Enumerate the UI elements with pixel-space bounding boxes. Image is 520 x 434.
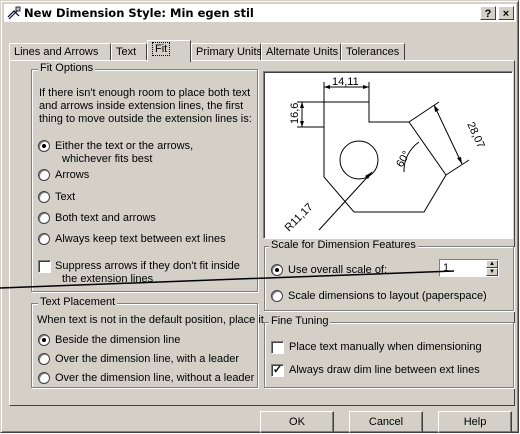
radio-label-both: Both text and arrows — [55, 212, 156, 224]
checkbox-always-draw-dim-line[interactable]: ✓ — [271, 364, 284, 377]
preview-drawing: 14,11 16,6 28,07 60° R11,17 — [283, 76, 487, 234]
checkbox-label-always-draw: Always draw dim line between ext lines — [289, 364, 480, 376]
tab-label: Primary Units — [196, 46, 263, 58]
fine-tuning-group: Fine Tuning — [264, 315, 514, 388]
tab-alternate-units[interactable]: Alternate Units — [261, 43, 341, 60]
dim-top-text: 14,11 — [332, 76, 359, 88]
spinner-buttons: ▲ ▼ — [486, 260, 498, 276]
radio-both-text-and-arrows[interactable] — [38, 212, 50, 224]
help-button[interactable]: Help — [438, 411, 512, 433]
title-bar: New Dimension Style: Min egen stil ? × — [4, 4, 516, 22]
radio-label-over-with: Over the dimension line, with a leader — [55, 353, 240, 365]
checkbox-label-place-manual: Place text manually when dimensioning — [289, 341, 482, 353]
help-title-button[interactable]: ? — [480, 6, 496, 20]
radio-label-arrows: Arrows — [55, 169, 90, 181]
fit-description-line2: and arrows inside extension lines, the f… — [39, 100, 244, 112]
radio-label-either-2: whichever fits best — [62, 153, 153, 165]
tab-label: Tolerances — [346, 46, 400, 58]
window-title: New Dimension Style: Min egen stil — [24, 6, 254, 20]
tab-label: Lines and Arrows — [14, 46, 99, 58]
preview-pane: 14,11 16,6 28,07 60° R11,17 — [263, 71, 513, 239]
text-placement-label: Text Placement — [38, 296, 118, 308]
radio-always-keep-text[interactable] — [38, 233, 50, 245]
tab-label: Fit — [152, 42, 171, 56]
fit-description-line1: If there isn't enough room to place both… — [39, 87, 251, 99]
dim-radius-text: R11,17 — [283, 201, 316, 234]
radio-arrows[interactable] — [38, 169, 50, 181]
fine-tuning-label: Fine Tuning — [269, 315, 331, 327]
spinner-up-icon[interactable]: ▲ — [486, 260, 498, 268]
fit-options-label: Fit Options — [38, 62, 96, 74]
tab-lines-and-arrows[interactable]: Lines and Arrows — [9, 43, 111, 60]
radio-label-beside: Beside the dimension line — [55, 334, 181, 346]
radio-over-without-leader[interactable] — [38, 372, 50, 384]
dim-angle-text: 60° — [394, 149, 413, 169]
tab-text[interactable]: Text — [111, 43, 147, 60]
cancel-button[interactable]: Cancel — [349, 411, 423, 433]
close-title-button[interactable]: × — [498, 6, 514, 20]
dialog-window: New Dimension Style: Min egen stil ? × L… — [0, 0, 519, 433]
spinner-down-icon[interactable]: ▼ — [486, 268, 498, 276]
checkbox-place-text-manually[interactable] — [271, 341, 284, 354]
ok-button[interactable]: OK — [260, 411, 334, 433]
tab-fit[interactable]: Fit — [147, 40, 191, 62]
tab-tolerances[interactable]: Tolerances — [341, 43, 405, 60]
dim-right-text: 28,07 — [464, 120, 487, 150]
radio-label-always-keep: Always keep text between ext lines — [55, 233, 226, 245]
scale-label: Scale for Dimension Features — [269, 239, 418, 251]
dim-left-text: 16,6 — [289, 103, 301, 124]
fit-description-line3: thing to move outside the extension line… — [39, 113, 252, 125]
dimension-style-icon — [7, 6, 21, 20]
radio-over-with-leader[interactable] — [38, 353, 50, 365]
radio-text[interactable] — [38, 191, 50, 203]
radio-label-text: Text — [55, 191, 76, 203]
radio-label-over-without: Over the dimension line, without a leade… — [55, 372, 255, 384]
tab-primary-units[interactable]: Primary Units — [191, 43, 263, 60]
tab-label: Alternate Units — [266, 46, 339, 58]
radio-label-either: Either the text or the arrows, — [55, 140, 194, 152]
tab-label: Text — [116, 46, 137, 58]
radio-either-text-or-arrows[interactable] — [38, 140, 50, 152]
text-placement-description: When text is not in the default position… — [37, 314, 264, 326]
annotation-leader-line — [0, 270, 455, 289]
radio-beside-dimension-line[interactable] — [38, 334, 50, 346]
